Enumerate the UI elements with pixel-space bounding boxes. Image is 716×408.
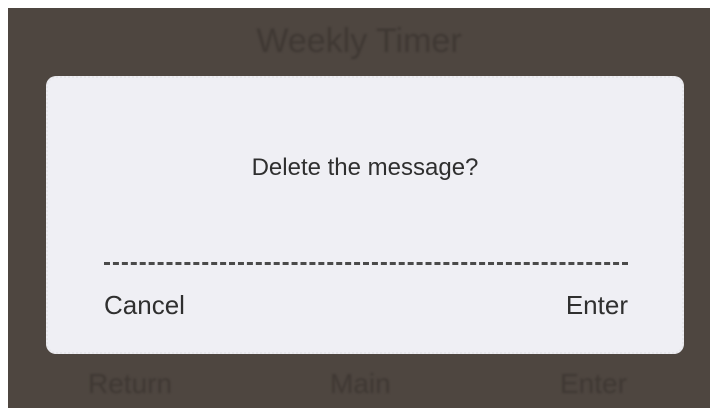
- enter-button[interactable]: Enter: [566, 290, 628, 321]
- screen-title: Weekly Timer: [256, 22, 462, 60]
- cancel-button[interactable]: Cancel: [104, 290, 185, 321]
- footer-bar: Return Main Enter: [8, 360, 710, 404]
- main-button: Main: [330, 368, 391, 399]
- return-button: Return: [88, 368, 173, 399]
- dialog-divider: [104, 262, 628, 265]
- dialog-message: Delete the message?: [251, 154, 479, 181]
- device-screen: Weekly Timer Return Main Enter Delete th…: [8, 8, 710, 408]
- confirm-dialog: Delete the message? Cancel Enter: [46, 76, 684, 354]
- footer-enter-button: Enter: [560, 368, 627, 399]
